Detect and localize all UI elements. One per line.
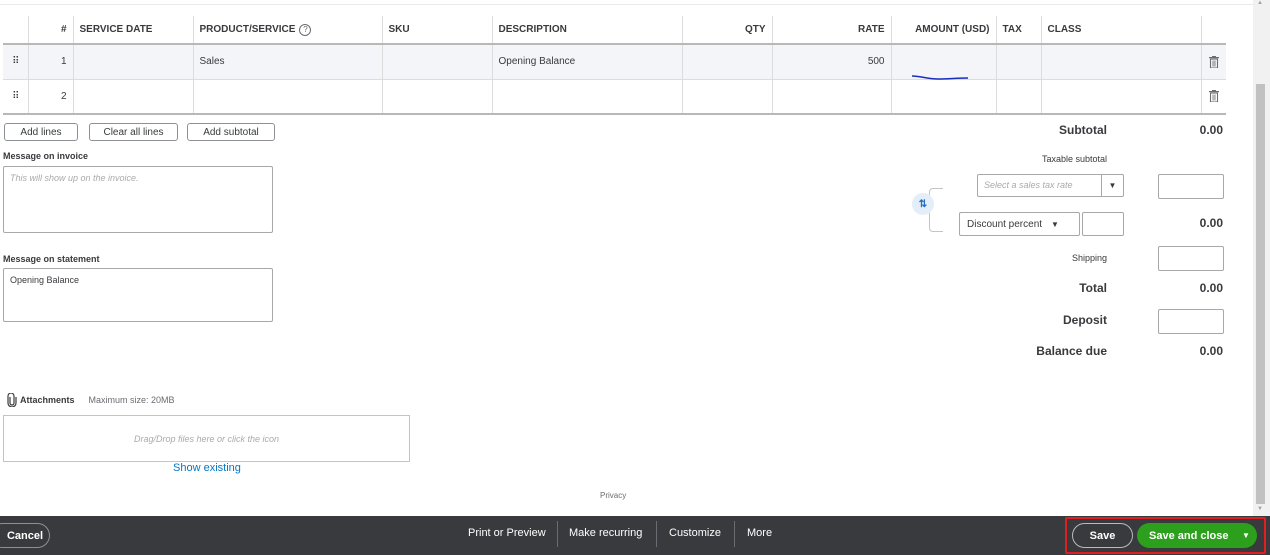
- message-statement-label: Message on statement: [3, 254, 100, 264]
- class-cell[interactable]: [1040, 79, 1201, 115]
- show-existing-link[interactable]: Show existing: [173, 462, 241, 474]
- scrollbar-thumb[interactable]: [1256, 84, 1265, 504]
- balance-due-label: Balance due: [1036, 344, 1107, 358]
- trash-icon[interactable]: [1200, 44, 1226, 80]
- service-date-cell[interactable]: [72, 79, 193, 115]
- description-cell[interactable]: Opening Balance: [491, 44, 682, 80]
- qty-cell[interactable]: [681, 79, 772, 115]
- save-and-close-button[interactable]: Save and close ▼: [1137, 523, 1257, 548]
- save-button[interactable]: Save: [1072, 523, 1133, 548]
- service-date-cell[interactable]: [72, 44, 193, 80]
- row-number: 1: [27, 44, 73, 80]
- chevron-down-icon[interactable]: ▼: [1051, 220, 1059, 229]
- paperclip-icon: [7, 393, 17, 407]
- col-rate: RATE: [771, 16, 891, 45]
- col-class: CLASS: [1040, 16, 1201, 45]
- deposit-label: Deposit: [1062, 313, 1107, 327]
- more-link[interactable]: More: [747, 527, 772, 539]
- sales-tax-rate-placeholder: Select a sales tax rate: [984, 180, 1073, 190]
- subtotal-label: Subtotal: [1059, 123, 1107, 137]
- col-amount: AMOUNT (USD): [890, 16, 996, 45]
- print-preview-link[interactable]: Print or Preview: [468, 527, 546, 539]
- discount-value: 0.00: [1199, 216, 1223, 230]
- message-invoice-label: Message on invoice: [3, 151, 89, 161]
- scroll-down-icon[interactable]: ▼: [1257, 506, 1263, 512]
- col-service-date: SERVICE DATE: [72, 16, 193, 45]
- sku-cell[interactable]: [381, 79, 492, 115]
- attachments-header: Attachments Maximum size: 20MB: [7, 393, 175, 407]
- total-value: 0.00: [1199, 281, 1223, 295]
- help-icon[interactable]: ?: [299, 23, 312, 36]
- col-product-service: PRODUCT/SERVICE?: [192, 16, 382, 45]
- table-row[interactable]: ⠿ 1 Sales Opening Balance 500: [3, 44, 1226, 80]
- add-lines-button[interactable]: Add lines: [4, 123, 78, 141]
- message-invoice-field[interactable]: This will show up on the invoice.: [3, 166, 273, 233]
- total-label: Total: [1079, 281, 1107, 295]
- scroll-up-icon[interactable]: ▲: [1257, 0, 1263, 6]
- drag-handle-icon[interactable]: ⠿: [3, 79, 28, 115]
- sales-tax-rate-select[interactable]: Select a sales tax rate ▼: [977, 174, 1124, 197]
- tax-amount-input[interactable]: [1158, 174, 1224, 199]
- balance-due-value: 0.00: [1199, 344, 1223, 358]
- customize-link[interactable]: Customize: [669, 527, 721, 539]
- shipping-label: Shipping: [1071, 253, 1107, 263]
- deposit-input[interactable]: [1158, 309, 1224, 334]
- tax-cell[interactable]: [995, 44, 1041, 80]
- description-cell[interactable]: [491, 79, 682, 115]
- amount-cell[interactable]: [890, 79, 996, 115]
- col-number: #: [27, 16, 73, 45]
- col-qty: QTY: [681, 16, 772, 45]
- discount-percent-input[interactable]: [1082, 212, 1124, 236]
- table-header-row: # SERVICE DATE PRODUCT/SERVICE? SKU DESC…: [3, 16, 1226, 45]
- chevron-down-icon[interactable]: ▼: [1235, 531, 1257, 540]
- cancel-button[interactable]: Cancel: [0, 523, 50, 548]
- discount-type-select[interactable]: Discount percent ▼: [959, 212, 1080, 236]
- product-service-cell[interactable]: Sales: [192, 44, 382, 80]
- sku-cell[interactable]: [381, 44, 492, 80]
- subtotal-value: 0.00: [1199, 123, 1223, 137]
- add-subtotal-button[interactable]: Add subtotal: [187, 123, 275, 141]
- amount-cell[interactable]: [890, 44, 996, 80]
- discount-type-label: Discount percent: [967, 218, 1043, 230]
- attachments-max-size: Maximum size: 20MB: [88, 395, 175, 405]
- rate-cell[interactable]: [771, 79, 891, 115]
- col-product-service-label: PRODUCT/SERVICE: [199, 23, 296, 35]
- trash-icon[interactable]: [1200, 79, 1226, 115]
- col-tax: TAX: [995, 16, 1041, 45]
- col-delete: [1200, 16, 1226, 45]
- qty-cell[interactable]: [681, 44, 772, 80]
- taxable-subtotal-label: Taxable subtotal: [1041, 154, 1107, 164]
- shipping-input[interactable]: [1158, 246, 1224, 271]
- attachment-dropzone[interactable]: Drag/Drop files here or click the icon: [3, 415, 410, 462]
- privacy-link[interactable]: Privacy: [600, 491, 626, 500]
- footer-divider: [734, 521, 735, 547]
- row-number: 2: [27, 79, 73, 115]
- chevron-down-icon[interactable]: ▼: [1101, 175, 1123, 196]
- footer-divider: [557, 521, 558, 547]
- swap-order-icon[interactable]: ⇅: [912, 193, 934, 215]
- col-sku: SKU: [381, 16, 492, 45]
- product-service-cell[interactable]: [192, 79, 382, 115]
- save-and-close-label: Save and close: [1149, 529, 1229, 542]
- footer-bar: Cancel Print or Preview Make recurring C…: [0, 516, 1270, 555]
- pen-scribble: [911, 75, 968, 80]
- footer-divider: [656, 521, 657, 547]
- rate-cell[interactable]: 500: [771, 44, 891, 80]
- tax-cell[interactable]: [995, 79, 1041, 115]
- attachments-label: Attachments: [20, 395, 75, 405]
- message-statement-field[interactable]: Opening Balance: [3, 268, 273, 322]
- top-divider: [0, 4, 1253, 5]
- make-recurring-link[interactable]: Make recurring: [569, 527, 642, 539]
- invoice-form: # SERVICE DATE PRODUCT/SERVICE? SKU DESC…: [0, 0, 1253, 516]
- drag-handle-icon[interactable]: ⠿: [3, 44, 28, 80]
- clear-all-lines-button[interactable]: Clear all lines: [89, 123, 178, 141]
- col-drag: [3, 16, 28, 45]
- col-description: DESCRIPTION: [491, 16, 682, 45]
- table-row[interactable]: ⠿ 2: [3, 79, 1226, 115]
- vertical-scrollbar[interactable]: ▲ ▼: [1253, 0, 1270, 516]
- class-cell[interactable]: [1040, 44, 1201, 80]
- line-items-table: # SERVICE DATE PRODUCT/SERVICE? SKU DESC…: [3, 16, 1226, 115]
